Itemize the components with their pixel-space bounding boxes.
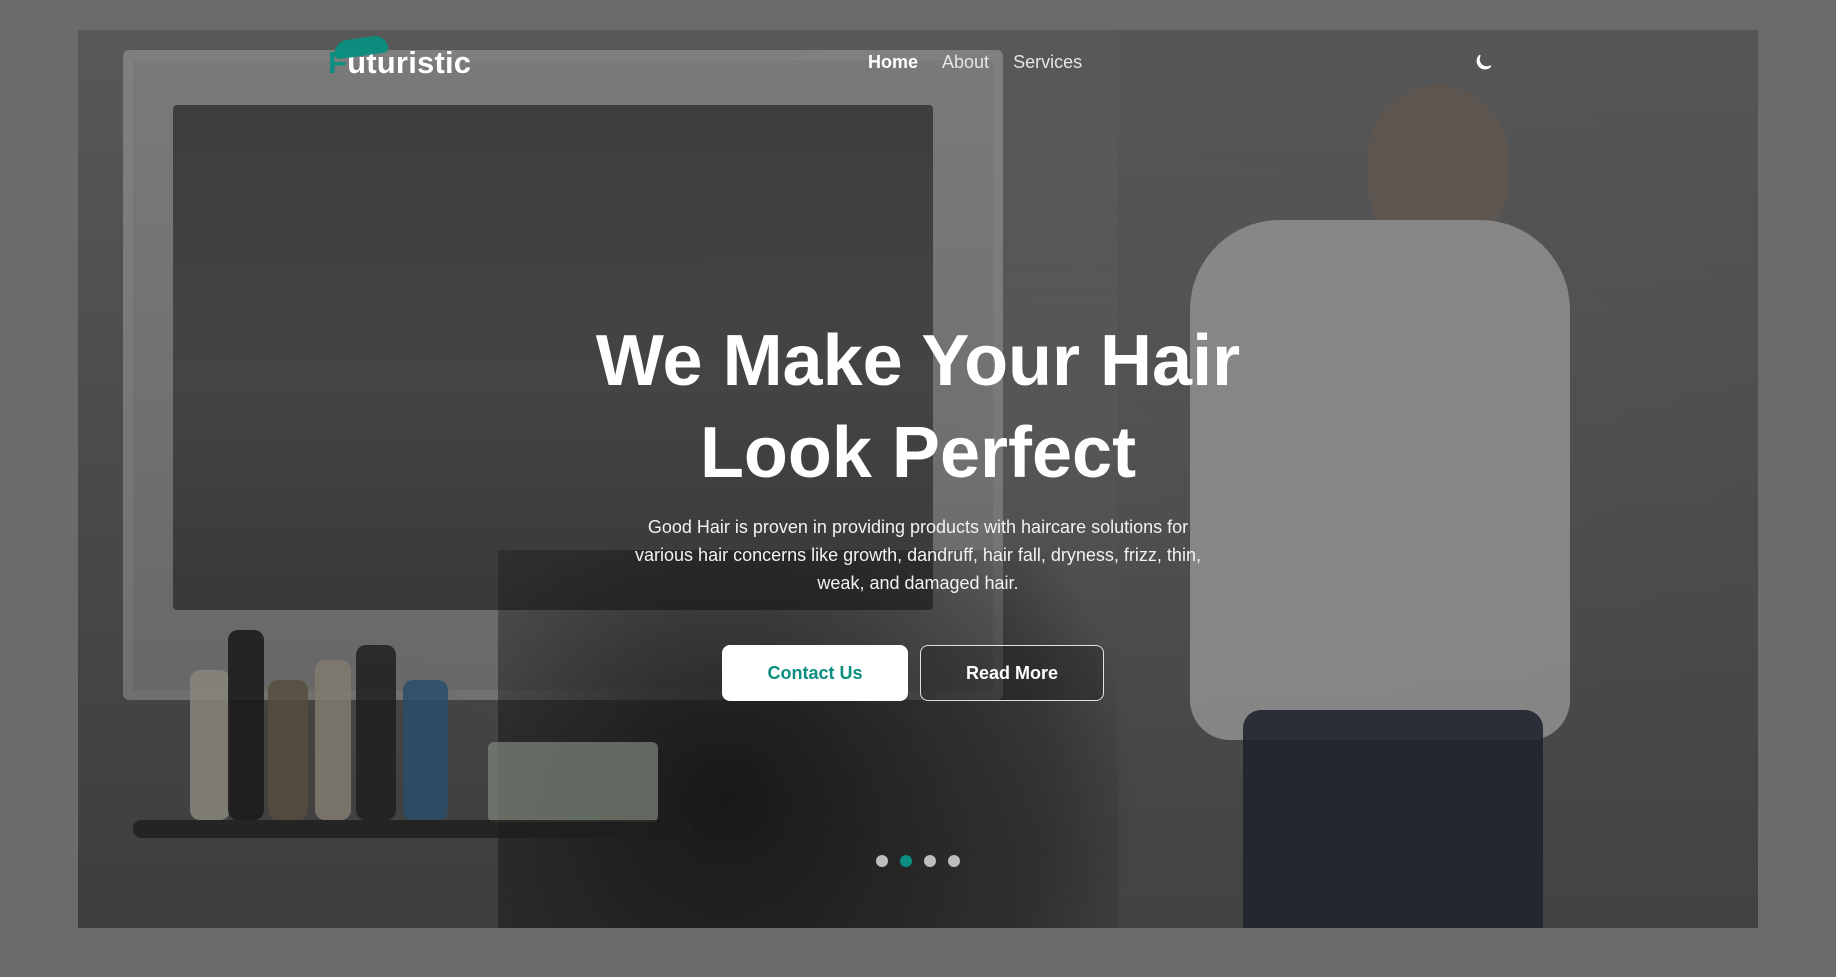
contact-us-button[interactable]: Contact Us: [722, 645, 908, 701]
carousel-dot-4[interactable]: [948, 855, 960, 867]
carousel-dot-3[interactable]: [924, 855, 936, 867]
hero-title-line-2: Look Perfect: [699, 413, 1137, 493]
read-more-button[interactable]: Read More: [920, 645, 1104, 701]
hero-title: We Make Your Hair Look Perfect: [78, 315, 1758, 499]
carousel-dots: [78, 855, 1758, 867]
hero-section: We Make Your Hair Look Perfect Good Hair…: [78, 30, 1758, 928]
hero-description: Good Hair is proven in providing product…: [635, 517, 1201, 593]
page-frame: Futuristic Home About Services We Make Y…: [78, 30, 1758, 928]
carousel-dot-1[interactable]: [876, 855, 888, 867]
hero-title-line-1: We Make Your Hair: [595, 321, 1241, 401]
carousel-dot-2[interactable]: [900, 855, 912, 867]
